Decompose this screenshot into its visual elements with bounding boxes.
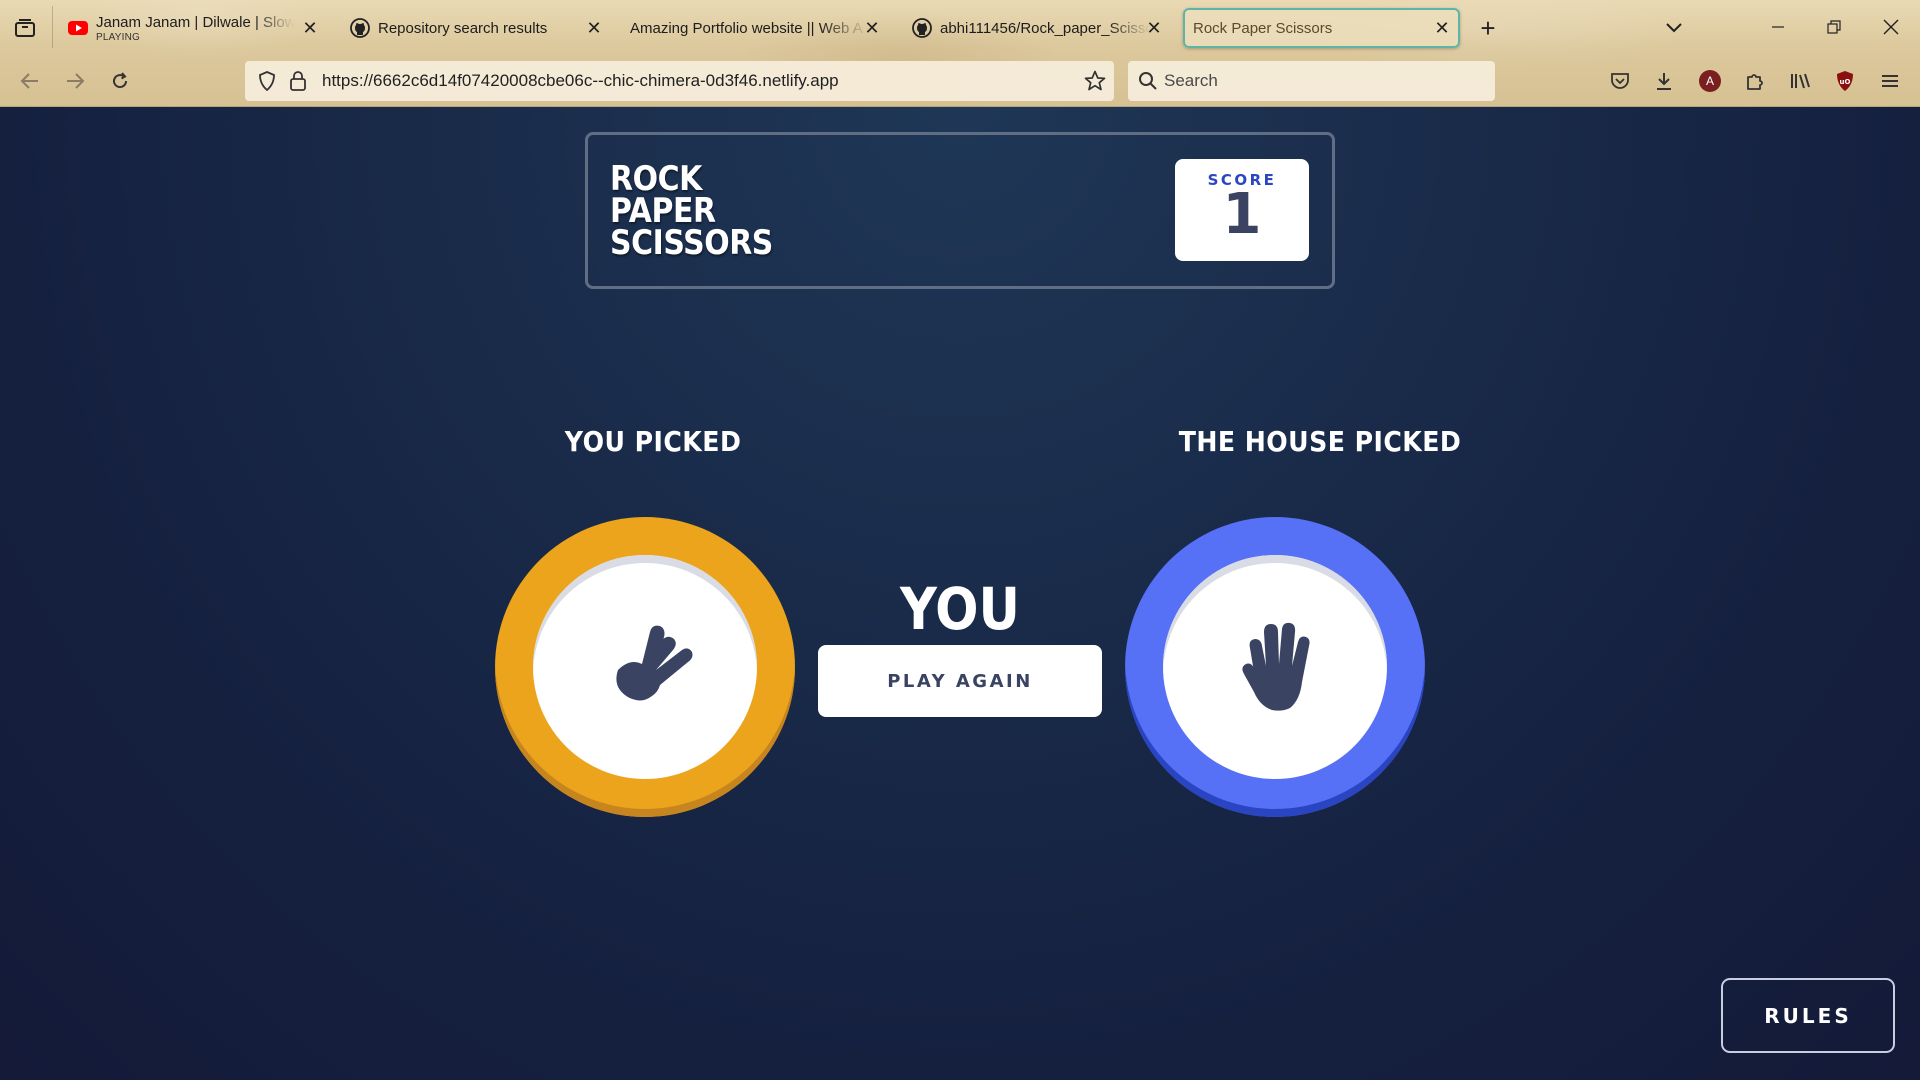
arrow-right-icon [67, 73, 85, 89]
ublock-shield-icon: uO [1837, 71, 1853, 91]
tab-title: Amazing Portfolio website || Web A [630, 19, 863, 37]
tab-separator [52, 6, 53, 48]
url-text[interactable]: https://6662c6d14f07420008cbe06c--chic-c… [322, 71, 839, 91]
downloads-button[interactable] [1650, 67, 1678, 95]
reload-icon [113, 72, 128, 89]
library-icon [1791, 73, 1810, 89]
tab-repository-search[interactable]: Repository search results ✕ [340, 8, 612, 48]
search-icon [1138, 71, 1158, 96]
score-value: 1 [1222, 182, 1262, 247]
close-icon[interactable]: ✕ [584, 18, 604, 38]
minimize-button[interactable] [1758, 12, 1798, 42]
game-title: ROCK PAPER SCISSORS [610, 162, 795, 263]
browser-chrome: Janam Janam | Dilwale | Slowed PLAYING ✕… [0, 0, 1920, 107]
house-picked-label: THE HOUSE PICKED [1178, 425, 1462, 458]
youtube-icon [68, 18, 88, 38]
address-bar[interactable]: https://6662c6d14f07420008cbe06c--chic-c… [245, 61, 1114, 101]
svg-text:uO: uO [1840, 78, 1851, 86]
close-window-button[interactable] [1871, 12, 1911, 42]
arrow-left-icon [20, 73, 38, 89]
navigation-bar: https://6662c6d14f07420008cbe06c--chic-c… [0, 54, 1920, 107]
close-icon[interactable]: ✕ [862, 18, 882, 38]
tab-title: abhi111456/Rock_paper_Scissors [940, 19, 1150, 37]
tab-title: Rock Paper Scissors [1193, 19, 1333, 37]
game-page: ROCK PAPER SCISSORS SCORE 1 YOU PICKED T… [0, 107, 1920, 1080]
extensions-button[interactable] [1741, 67, 1769, 95]
paper-hand-icon [1242, 622, 1310, 711]
hamburger-menu-icon [1882, 75, 1898, 87]
chevron-down-icon [1666, 23, 1682, 33]
tracking-protection-shield-icon[interactable] [257, 71, 277, 96]
play-again-button[interactable]: PLAY AGAIN [818, 645, 1102, 717]
close-icon[interactable]: ✕ [300, 18, 320, 38]
you-picked-label: YOU PICKED [564, 425, 742, 458]
restore-icon [1827, 20, 1841, 34]
pocket-button[interactable] [1606, 67, 1634, 95]
tab-list-icon [15, 19, 35, 37]
search-input[interactable] [1164, 61, 1484, 101]
score-header: ROCK PAPER SCISSORS SCORE 1 [585, 132, 1335, 289]
download-icon [1657, 73, 1671, 90]
house-choice-paper [1125, 517, 1425, 817]
library-button[interactable] [1786, 67, 1814, 95]
github-icon [350, 18, 370, 38]
new-tab-button[interactable]: + [1474, 12, 1502, 43]
tab-list-button[interactable] [10, 15, 40, 41]
menu-button[interactable] [1876, 67, 1904, 95]
tab-title: Janam Janam | Dilwale | Slowed [96, 13, 294, 31]
close-icon[interactable]: ✕ [1144, 18, 1164, 38]
minimize-icon [1772, 26, 1784, 28]
player-choice-scissors [495, 517, 795, 817]
plus-icon: + [1480, 12, 1496, 43]
back-button[interactable] [15, 66, 45, 96]
score-box: SCORE 1 [1175, 159, 1309, 261]
close-icon [1883, 19, 1899, 35]
restore-button[interactable] [1814, 12, 1854, 42]
reload-button[interactable] [105, 66, 135, 96]
forward-button[interactable] [60, 66, 90, 96]
tab-rock-paper-scissors[interactable]: Rock Paper Scissors ✕ [1183, 8, 1460, 48]
github-icon [912, 18, 932, 38]
account-button[interactable]: A [1696, 67, 1724, 95]
tab-portfolio[interactable]: Amazing Portfolio website || Web A ✕ [620, 8, 890, 48]
tab-github-repo[interactable]: abhi111456/Rock_paper_Scissors ✕ [902, 8, 1172, 48]
tab-youtube[interactable]: Janam Janam | Dilwale | Slowed PLAYING ✕ [58, 8, 328, 48]
close-icon[interactable]: ✕ [1432, 18, 1452, 38]
avatar: A [1699, 70, 1721, 92]
token-inner [1163, 555, 1387, 779]
ublock-origin-button[interactable]: uO [1831, 67, 1859, 95]
puzzle-icon [1747, 74, 1763, 90]
tab-playing-status: PLAYING [96, 32, 141, 43]
list-all-tabs-button[interactable] [1654, 12, 1694, 42]
lock-icon[interactable] [289, 70, 307, 97]
tab-strip: Janam Janam | Dilwale | Slowed PLAYING ✕… [0, 0, 1920, 54]
rules-button[interactable]: RULES [1721, 978, 1895, 1053]
bookmark-star-icon[interactable] [1084, 70, 1106, 97]
scissors-hand-icon [616, 625, 693, 701]
title-line-scissors: SCISSORS [610, 223, 773, 263]
tab-title: Repository search results [378, 19, 548, 37]
search-bar[interactable] [1128, 61, 1495, 101]
pocket-icon [1611, 73, 1629, 89]
token-inner [533, 555, 757, 779]
